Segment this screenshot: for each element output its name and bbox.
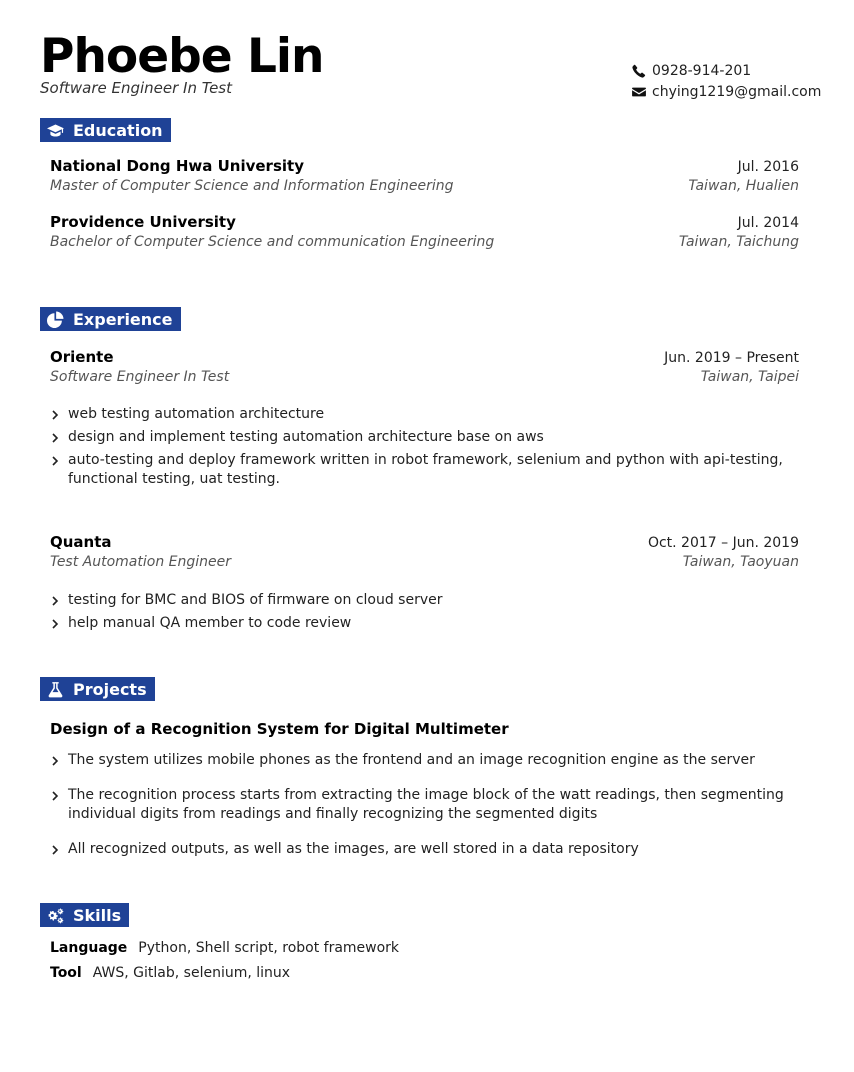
institution-name: Providence University	[50, 213, 236, 231]
entry-date: Jul. 2014	[737, 215, 799, 231]
chevron-right-icon	[52, 845, 59, 855]
list-item: All recognized outputs, as well as the i…	[50, 840, 790, 859]
entry-date: Jul. 2016	[737, 159, 799, 175]
list-item: auto-testing and deploy framework writte…	[50, 451, 790, 489]
project-bullets: The system utilizes mobile phones as the…	[50, 751, 790, 859]
experience-bullets: testing for BMC and BIOS of firmware on …	[50, 591, 790, 633]
experience-heading: Experience	[40, 307, 181, 331]
education-entry: National Dong Hwa University Jul. 2016 M…	[50, 157, 799, 198]
experience-entry: Oriente Jun. 2019 – Present Software Eng…	[50, 348, 799, 389]
email-address[interactable]: chying1219@gmail.com	[652, 84, 821, 100]
candidate-role: Software Engineer In Test	[40, 79, 232, 97]
chevron-right-icon	[52, 410, 59, 420]
projects-heading: Projects	[40, 677, 155, 701]
candidate-name: Phoebe Lin	[40, 29, 324, 84]
chevron-right-icon	[52, 756, 59, 766]
degree: Master of Computer Science and Informati…	[50, 178, 454, 194]
chevron-right-icon	[52, 791, 59, 801]
graduation-cap-icon	[47, 124, 64, 136]
chevron-right-icon	[52, 596, 59, 606]
education-heading: Education	[40, 118, 171, 142]
skill-label: Language	[50, 940, 128, 956]
experience-bullets: web testing automation architecture desi…	[50, 405, 790, 489]
job-title: Test Automation Engineer	[50, 554, 232, 570]
job-title: Software Engineer In Test	[50, 369, 230, 385]
phone-number: 0928-914-201	[652, 62, 752, 79]
entry-location: Taiwan, Taipei	[700, 369, 799, 385]
entry-date: Oct. 2017 – Jun. 2019	[647, 535, 799, 551]
flask-icon	[48, 681, 63, 697]
chevron-right-icon	[52, 433, 59, 443]
phone-row: 0928-914-201	[632, 60, 821, 81]
skill-value: Python, Shell script, robot framework	[138, 940, 400, 956]
resume-page: Phoebe Lin Software Engineer In Test 092…	[0, 0, 854, 1072]
project-title: Design of a Recognition System for Digit…	[50, 720, 509, 738]
degree: Bachelor of Computer Science and communi…	[50, 234, 495, 250]
experience-entry: Quanta Oct. 2017 – Jun. 2019 Test Automa…	[50, 533, 799, 574]
skill-row: Language Python, Shell script, robot fra…	[50, 940, 399, 956]
skill-row: Tool AWS, Gitlab, selenium, linux	[50, 965, 290, 981]
list-item: The recognition process starts from extr…	[50, 786, 790, 824]
gears-icon	[48, 907, 64, 923]
entry-location: Taiwan, Taichung	[678, 234, 799, 250]
list-item: design and implement testing automation …	[50, 428, 790, 447]
education-entry: Providence University Jul. 2014 Bachelor…	[50, 213, 799, 254]
email-row: chying1219@gmail.com	[632, 81, 821, 102]
company-name: Oriente	[50, 348, 114, 366]
chevron-right-icon	[52, 456, 59, 466]
list-item: help manual QA member to code review	[50, 614, 790, 633]
list-item: web testing automation architecture	[50, 405, 790, 424]
skill-label: Tool	[50, 965, 82, 981]
entry-location: Taiwan, Hualien	[688, 178, 799, 194]
company-name: Quanta	[50, 533, 112, 551]
skill-value: AWS, Gitlab, selenium, linux	[92, 965, 291, 981]
phone-icon	[632, 64, 646, 78]
entry-date: Jun. 2019 – Present	[664, 350, 799, 366]
chevron-right-icon	[52, 619, 59, 629]
institution-name: National Dong Hwa University	[50, 157, 304, 175]
entry-location: Taiwan, Taoyuan	[682, 554, 799, 570]
skills-heading: Skills	[40, 903, 130, 927]
contact-block: 0928-914-201 chying1219@gmail.com	[632, 60, 821, 102]
list-item: testing for BMC and BIOS of firmware on …	[50, 591, 790, 610]
list-item: The system utilizes mobile phones as the…	[50, 751, 790, 770]
pie-chart-icon	[47, 311, 64, 328]
envelope-icon	[632, 87, 646, 96]
